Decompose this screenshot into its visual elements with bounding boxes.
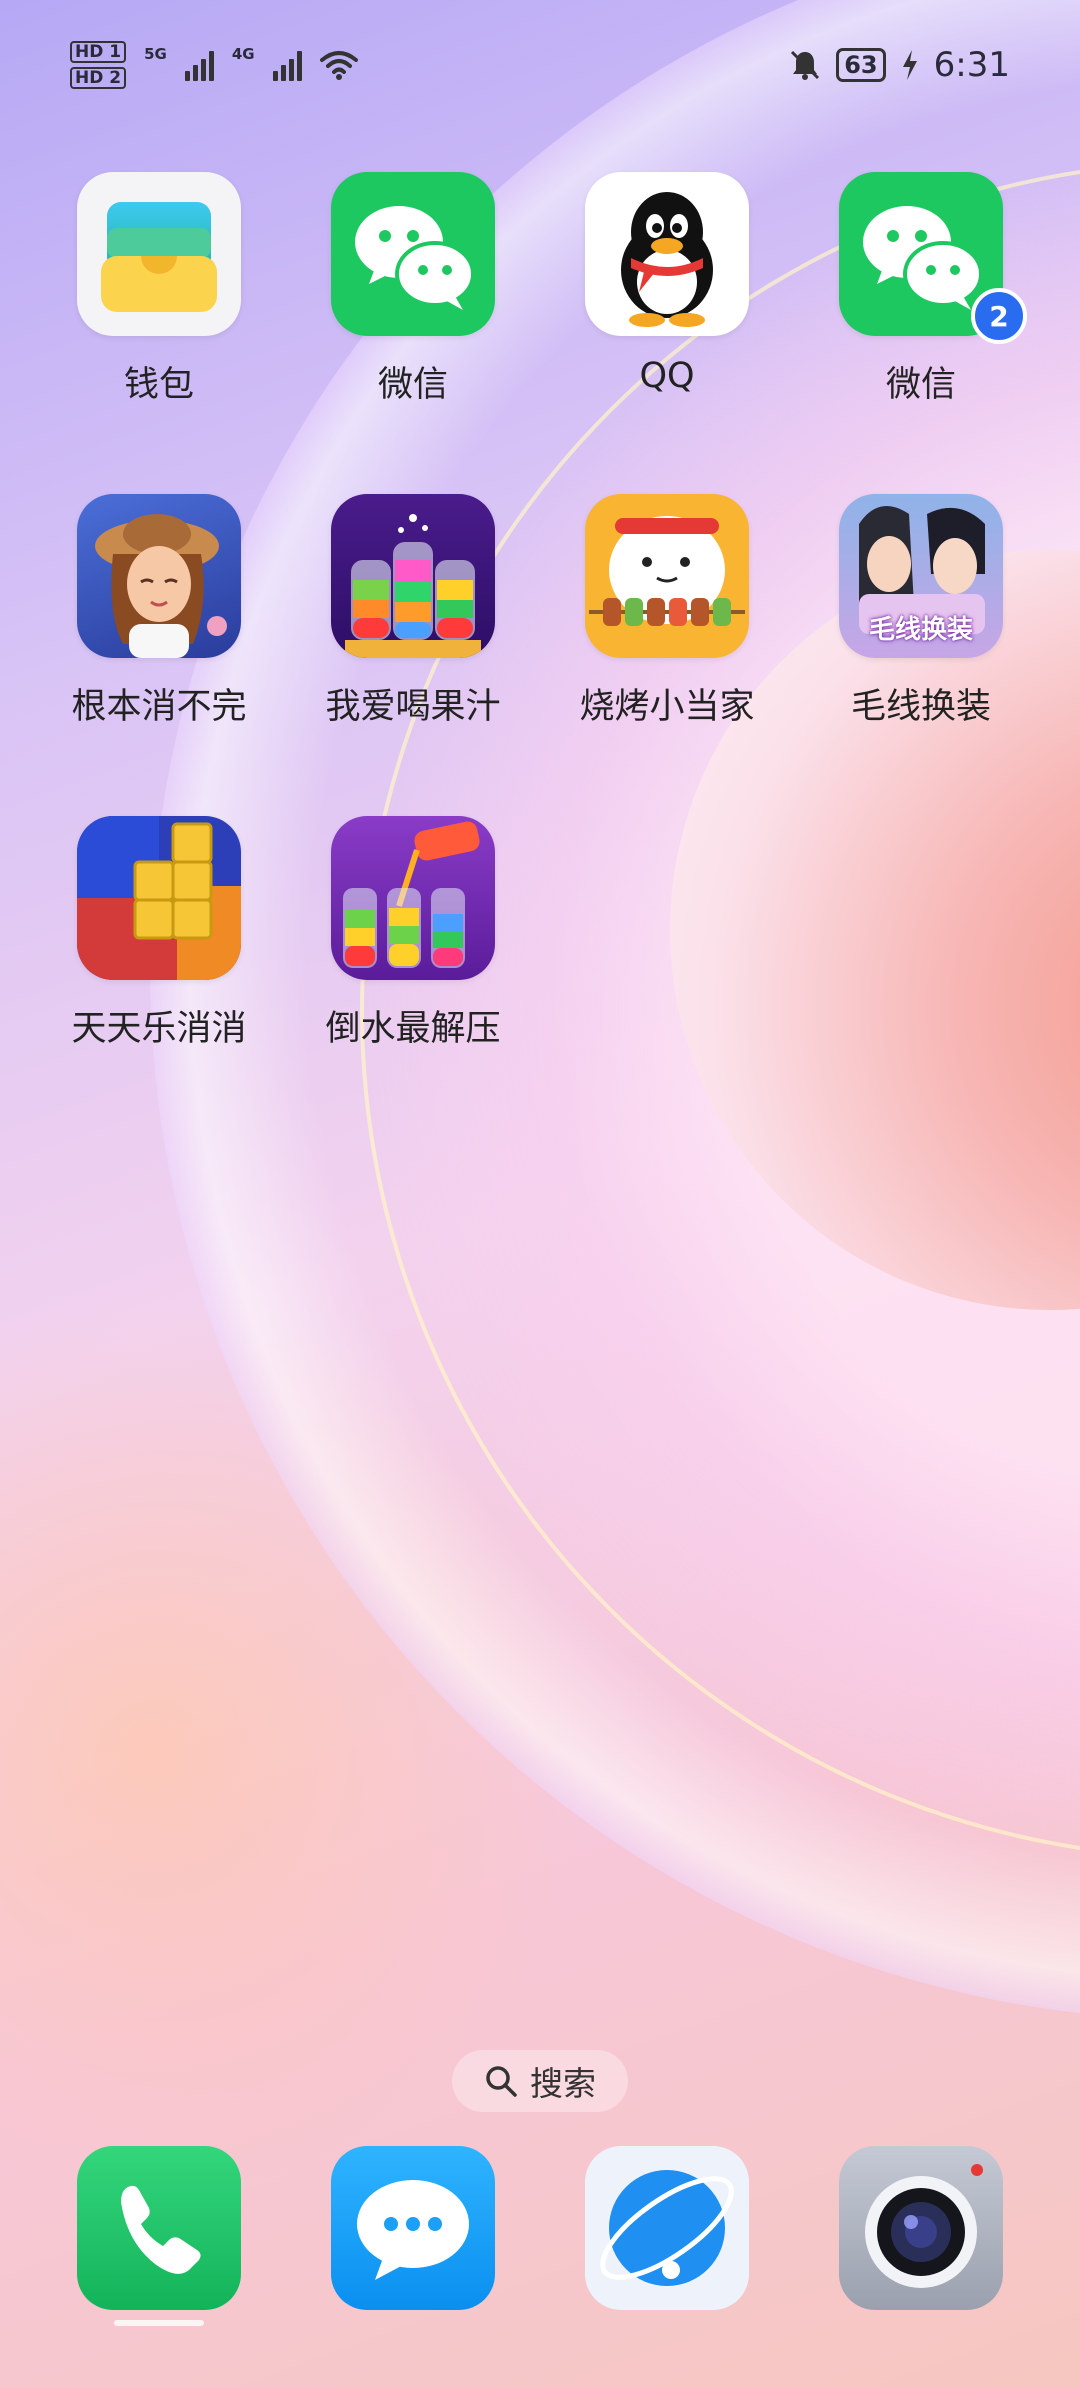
- clock-time: 6:31: [933, 45, 1010, 85]
- app-label: 根本消不完: [71, 687, 247, 727]
- search-icon: [486, 2066, 517, 2097]
- sim-indicators: HD 1 HD 2: [70, 41, 127, 89]
- wallet-icon: [77, 172, 241, 336]
- battery-level: 63: [844, 51, 878, 79]
- home-indicator: [114, 2320, 204, 2326]
- charging-bolt-icon: [902, 50, 917, 80]
- juice-bottles-icon: [331, 494, 495, 658]
- app-label: 钱包: [123, 365, 194, 405]
- dock-phone[interactable]: [77, 2146, 241, 2310]
- sim1-label: HD 1: [70, 41, 127, 63]
- battery-icon: 63: [836, 48, 886, 82]
- app-wallet[interactable]: 钱包: [32, 172, 286, 407]
- status-bar: HD 1 HD 2 5G 4G 63 6:31: [0, 0, 1080, 130]
- icon-caption: 毛线换装: [868, 615, 973, 645]
- pour-water-icon: [331, 816, 495, 980]
- app-wechat[interactable]: 微信: [286, 172, 540, 407]
- net2-label: 4G: [231, 45, 255, 63]
- app-genben[interactable]: 根本消不完: [32, 494, 286, 729]
- dressup-couple-icon: 毛线换装: [839, 494, 1003, 658]
- search-label: 搜索: [530, 2064, 596, 2103]
- app-bbq[interactable]: 烧烤小当家: [540, 494, 794, 729]
- bbq-icon: [585, 494, 749, 658]
- message-icon: [357, 2180, 469, 2280]
- net1-label: 5G: [144, 45, 167, 63]
- search-button[interactable]: 搜索: [452, 2050, 628, 2112]
- app-label: 微信: [377, 365, 448, 405]
- game-girl-icon: [77, 494, 241, 658]
- app-label: 毛线换装: [850, 687, 991, 727]
- app-label: QQ: [639, 356, 695, 396]
- bell-muted-icon: [791, 50, 820, 80]
- app-qq[interactable]: QQ: [540, 172, 794, 396]
- block-puzzle-icon: [77, 816, 241, 980]
- app-label: 微信: [885, 365, 956, 405]
- app-label: 我爱喝果汁: [325, 687, 501, 727]
- wifi-icon: [319, 51, 358, 80]
- app-label: 倒水最解压: [325, 1009, 501, 1049]
- signal-icon-2: [272, 49, 302, 81]
- app-dressup[interactable]: 毛线换装 毛线换装: [794, 494, 1048, 729]
- signal-icon: [184, 49, 214, 81]
- sim2-label: HD 2: [70, 67, 127, 89]
- dock-messages[interactable]: [331, 2146, 495, 2310]
- browser-icon: [600, 2170, 734, 2286]
- app-label: 烧烤小当家: [579, 687, 755, 727]
- app-wechat-clone[interactable]: 2 微信: [794, 172, 1048, 407]
- app-pour-water[interactable]: 倒水最解压: [286, 816, 540, 1051]
- clone-badge: 2: [971, 288, 1027, 344]
- wechat-icon: [331, 172, 495, 336]
- qq-penguin-icon: [585, 172, 749, 336]
- dock-camera[interactable]: [839, 2146, 1003, 2310]
- dock-browser[interactable]: [585, 2146, 749, 2310]
- camera-icon: [865, 2164, 983, 2288]
- app-label: 天天乐消消: [71, 1009, 247, 1049]
- app-block-puzzle[interactable]: 天天乐消消: [32, 816, 286, 1051]
- phone-icon: [121, 2185, 201, 2274]
- app-juice[interactable]: 我爱喝果汁: [286, 494, 540, 729]
